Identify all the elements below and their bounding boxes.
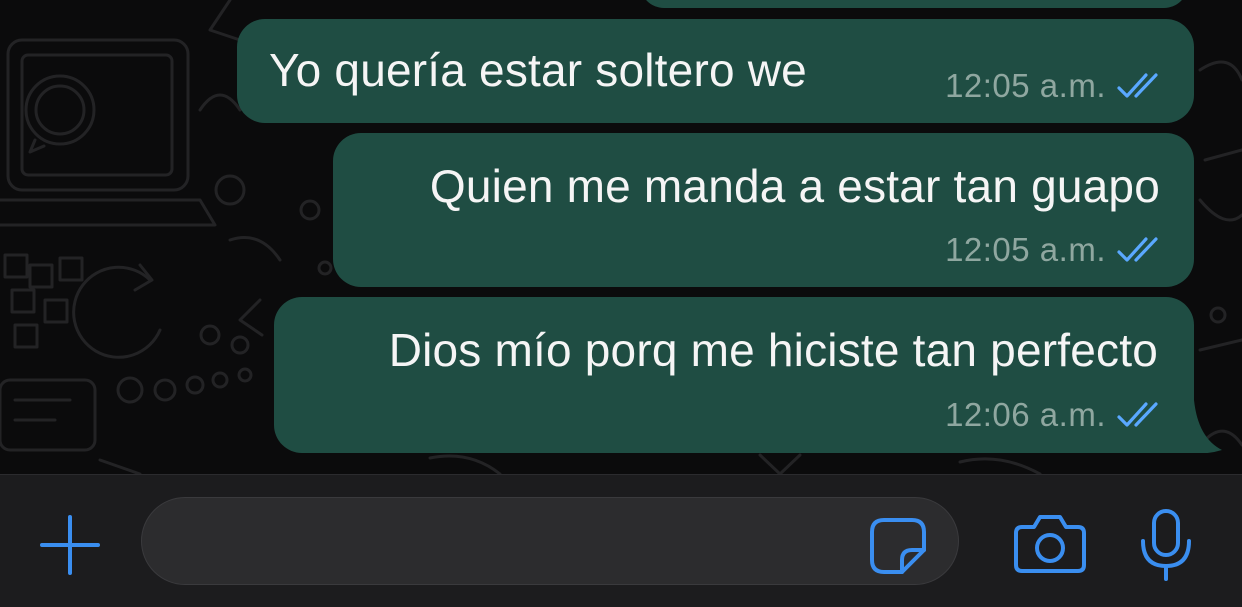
double-check-icon bbox=[1117, 402, 1158, 427]
bubble-tail bbox=[1186, 400, 1222, 453]
message-meta: 12:05 a.m. bbox=[945, 231, 1164, 269]
message-time: 12:06 a.m. bbox=[945, 396, 1106, 433]
message-time: 12:05 a.m. bbox=[945, 67, 1106, 104]
double-check-icon bbox=[1117, 237, 1158, 262]
message-meta: 12:05 a.m. bbox=[945, 67, 1164, 105]
sticker-icon[interactable] bbox=[868, 516, 928, 576]
message-list[interactable]: Yo quería estar soltero we 12:05 a.m. Qu… bbox=[0, 0, 1242, 474]
camera-icon[interactable] bbox=[1012, 513, 1088, 575]
microphone-icon[interactable] bbox=[1138, 508, 1194, 582]
message-bubble-partial[interactable] bbox=[640, 0, 1188, 8]
message-bubble-outgoing[interactable]: Dios mío porq me hiciste tan perfecto 12… bbox=[274, 297, 1194, 453]
message-text: Yo quería estar soltero we bbox=[269, 44, 807, 96]
message-bubble-outgoing[interactable]: Yo quería estar soltero we 12:05 a.m. bbox=[237, 19, 1194, 123]
message-input[interactable] bbox=[141, 497, 959, 585]
message-text: Quien me manda a estar tan guapo bbox=[429, 160, 1160, 212]
message-bubble-outgoing[interactable]: Quien me manda a estar tan guapo 12:05 a… bbox=[333, 133, 1194, 287]
message-meta: 12:06 a.m. bbox=[945, 396, 1164, 434]
composer-bar bbox=[0, 474, 1242, 607]
chat-screen: Yo quería estar soltero we 12:05 a.m. Qu… bbox=[0, 0, 1242, 607]
message-time: 12:05 a.m. bbox=[945, 231, 1106, 268]
plus-icon[interactable] bbox=[36, 511, 104, 579]
double-check-icon bbox=[1117, 73, 1158, 98]
message-text: Dios mío porq me hiciste tan perfecto bbox=[388, 324, 1158, 376]
